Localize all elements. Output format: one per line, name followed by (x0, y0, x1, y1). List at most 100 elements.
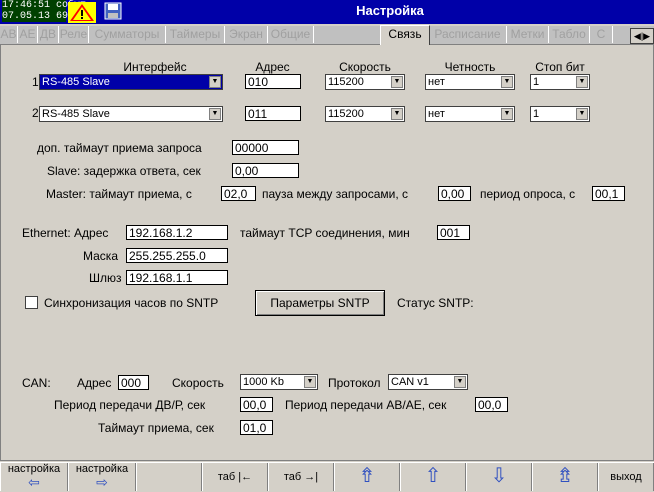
up-button[interactable]: ⇧ (400, 463, 466, 491)
chevron-down-icon[interactable]: ▼ (209, 76, 221, 88)
poll-period-label: период опроса, с (480, 187, 576, 201)
chevron-down-icon[interactable]: ▼ (576, 76, 588, 88)
master-timeout-input[interactable]: 02,0 (221, 186, 256, 201)
col-stopbits: Стоп бит (535, 60, 585, 74)
tcp-timeout-input[interactable]: 001 (437, 225, 470, 240)
sntp-sync-label: Синхронизация часов по SNTP (44, 296, 219, 310)
page-up-button[interactable]: ⇮ (334, 463, 400, 491)
tab-screen[interactable]: Экран (225, 26, 268, 43)
page-down-button[interactable]: ⇯ (532, 463, 598, 491)
port-2-address-input[interactable]: 011 (245, 106, 301, 121)
can-label: CAN: (22, 376, 51, 390)
chevron-down-icon[interactable]: ▼ (391, 108, 403, 120)
exit-label: выход (610, 471, 642, 483)
port-1-interface-value: RS-485 Slave (42, 76, 110, 88)
col-speed: Скорость (339, 60, 391, 74)
chevron-down-icon[interactable]: ▼ (501, 76, 513, 88)
port-2-index: 2 (32, 106, 39, 120)
port-1-speed-select[interactable]: 115200 ▼ (325, 74, 405, 90)
port-2-speed-select[interactable]: 115200 ▼ (325, 106, 405, 122)
port-1-interface-select[interactable]: RS-485 Slave ▼ (39, 74, 223, 90)
ethernet-address-input[interactable]: 192.168.1.2 (126, 225, 228, 240)
tab-ae[interactable]: АЕ (18, 26, 38, 43)
port-1-address-input[interactable]: 010 (245, 74, 301, 89)
master-timeout-label: Master: таймаут приема, с (46, 187, 192, 201)
can-timeout-input[interactable]: 01,0 (240, 420, 273, 435)
tab-communication[interactable]: Связь (380, 25, 430, 45)
tcp-timeout-label: таймаут TCP соединения, мин (240, 226, 410, 240)
exit-button[interactable]: выход (598, 463, 654, 491)
tab-first-icon: |← (238, 471, 253, 483)
port-2-speed-value: 115200 (328, 108, 364, 120)
arrow-up-icon: ⇧ (424, 465, 442, 487)
col-address: Адрес (255, 60, 290, 74)
tab-tags[interactable]: Метки (507, 26, 549, 43)
footer-blank-button[interactable] (136, 463, 202, 491)
port-1-index: 1 (32, 75, 39, 89)
poll-period-input[interactable]: 00,1 (592, 186, 625, 201)
chevron-down-icon[interactable]: ▼ (576, 108, 588, 120)
chevron-down-icon[interactable]: ▼ (454, 376, 466, 388)
settings-next-button[interactable]: настройка ⇨ (68, 463, 136, 491)
tab-timers[interactable]: Таймеры (166, 26, 225, 43)
period-dv-label: Период передачи ДВ/Р, сек (54, 398, 206, 412)
double-arrow-up-icon: ⇮ (358, 465, 376, 487)
can-protocol-value: CAN v1 (391, 376, 429, 388)
can-address-input[interactable]: 000 (118, 375, 149, 390)
port-1-stopbits-select[interactable]: 1 ▼ (530, 74, 590, 90)
port-1-speed-value: 115200 (328, 76, 364, 88)
port-2-stopbits-select[interactable]: 1 ▼ (530, 106, 590, 122)
tab-av[interactable]: АВ (0, 26, 18, 43)
port-2-stopbits-value: 1 (533, 108, 540, 120)
double-arrow-down-icon: ⇯ (556, 465, 574, 487)
pause-input[interactable]: 0,00 (438, 186, 471, 201)
sntp-params-button[interactable]: Параметры SNTP (255, 290, 385, 316)
sntp-status-label: Статус SNTP: (397, 296, 474, 310)
tab-summators[interactable]: Сумматоры (89, 26, 166, 43)
tab-prev-button[interactable]: таб |← (202, 463, 268, 491)
extra-timeout-input[interactable]: 00000 (232, 140, 299, 155)
pause-label: пауза между запросами, с (262, 187, 409, 201)
can-speed-select[interactable]: 1000 Kb ▼ (240, 374, 318, 390)
tab-display[interactable]: Табло (549, 26, 590, 43)
port-2-parity-select[interactable]: нет ▼ (425, 106, 515, 122)
tab-next-button[interactable]: таб →| (268, 463, 334, 491)
port-1-stopbits-value: 1 (533, 76, 540, 88)
page-title: Настройка (356, 3, 424, 18)
chevron-down-icon[interactable]: ▼ (501, 108, 513, 120)
tab-scroll-arrows-icon[interactable]: ◀|▶ (630, 28, 654, 44)
down-button[interactable]: ⇩ (466, 463, 532, 491)
slave-delay-label: Slave: задержка ответа, сек (47, 164, 201, 178)
gateway-label: Шлюз (89, 271, 122, 285)
can-timeout-label: Таймаут приема, сек (98, 421, 214, 435)
chevron-down-icon[interactable]: ▼ (209, 108, 221, 120)
col-interface: Интерфейс (123, 60, 187, 74)
can-address-label: Адрес (77, 376, 112, 390)
port-1-parity-select[interactable]: нет ▼ (425, 74, 515, 90)
can-speed-label: Скорость (172, 376, 224, 390)
tab-more[interactable]: С (590, 26, 613, 43)
period-dv-input[interactable]: 00,0 (240, 397, 273, 412)
period-av-label: Период передачи АВ/АЕ, сек (285, 398, 447, 412)
settings-prev-button[interactable]: настройка ⇦ (0, 463, 68, 491)
port-2-parity-value: нет (428, 108, 445, 120)
tab-schedule[interactable]: Расписание (429, 26, 507, 43)
tab-general[interactable]: Общие (268, 26, 314, 43)
tab-relays[interactable]: Реле (59, 26, 89, 43)
period-av-input[interactable]: 00,0 (475, 397, 508, 412)
arrow-right-icon: ⇨ (96, 474, 108, 490)
tab-prev-label: таб (217, 471, 236, 483)
port-2-interface-select[interactable]: RS-485 Slave ▼ (39, 106, 223, 122)
sntp-sync-checkbox[interactable] (25, 296, 38, 309)
tab-dv[interactable]: ДВ (38, 26, 59, 43)
port-2-interface-value: RS-485 Slave (42, 108, 110, 120)
slave-delay-input[interactable]: 0,00 (232, 163, 299, 178)
tab-last-icon: →| (304, 471, 319, 483)
extra-timeout-label: доп. таймаут приема запроса (37, 141, 202, 155)
chevron-down-icon[interactable]: ▼ (304, 376, 316, 388)
can-protocol-select[interactable]: CAN v1 ▼ (388, 374, 468, 390)
chevron-down-icon[interactable]: ▼ (391, 76, 403, 88)
can-protocol-label: Протокол (328, 376, 381, 390)
gateway-input[interactable]: 192.168.1.1 (126, 270, 228, 285)
mask-input[interactable]: 255.255.255.0 (126, 248, 228, 263)
